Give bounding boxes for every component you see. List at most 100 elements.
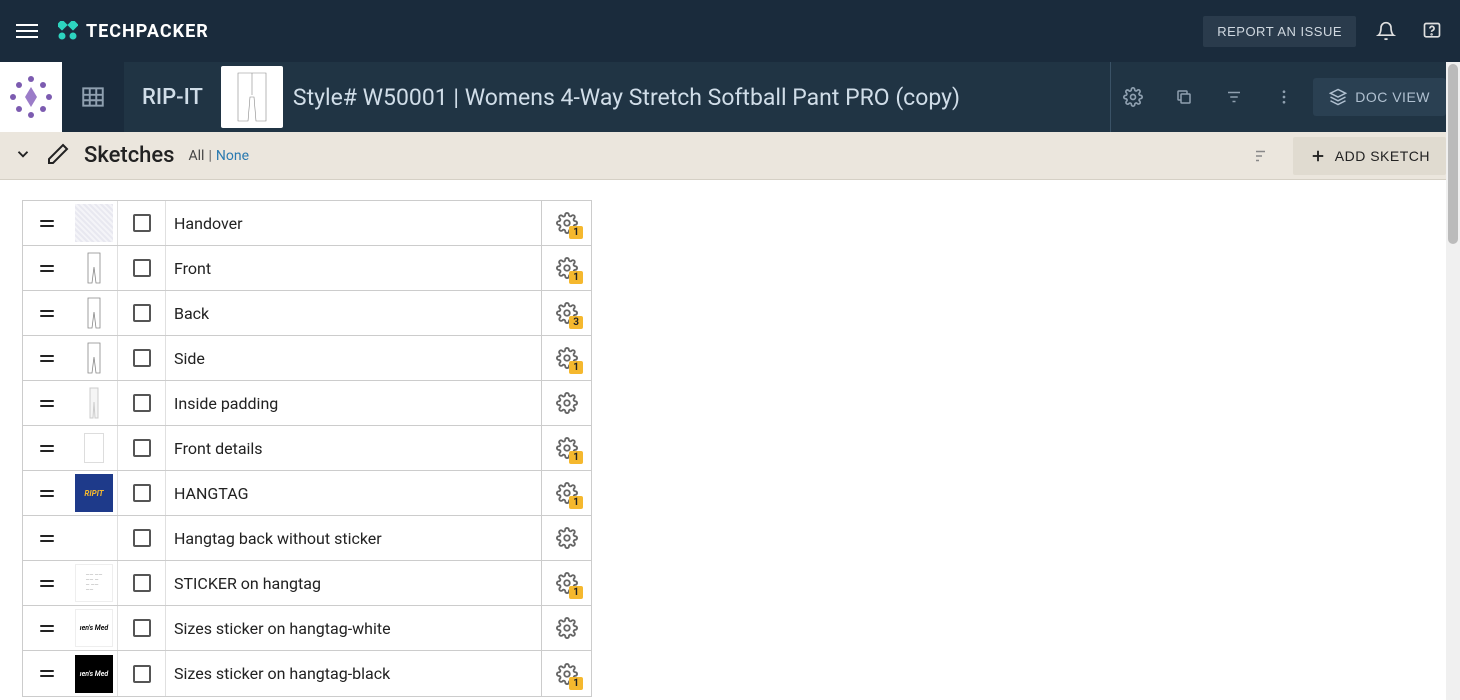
select-all-none: All|None xyxy=(189,148,250,164)
badge: 1 xyxy=(569,226,583,239)
row-settings-icon[interactable]: 1 xyxy=(541,201,591,245)
badge: 1 xyxy=(569,677,583,690)
drag-handle-icon[interactable] xyxy=(23,246,71,290)
row-checkbox[interactable] xyxy=(117,201,165,245)
section-right: ADD SKETCH xyxy=(1241,137,1446,175)
app-logo[interactable]: TECHPACKER xyxy=(58,21,209,42)
drag-handle-icon[interactable] xyxy=(23,516,71,560)
row-settings-icon[interactable]: 1 xyxy=(541,471,591,515)
brand-logo-tile[interactable] xyxy=(0,62,62,132)
table-row: Back 3 xyxy=(23,291,591,336)
row-settings-icon[interactable] xyxy=(541,381,591,425)
section-title: Sketches xyxy=(84,143,175,168)
table-row: Inside padding xyxy=(23,381,591,426)
row-settings-icon[interactable] xyxy=(541,606,591,650)
context-bar: RIP-IT Style# W50001 | Womens 4-Way Stre… xyxy=(0,62,1460,132)
row-checkbox[interactable] xyxy=(117,291,165,335)
row-checkbox[interactable] xyxy=(117,426,165,470)
section-left: Sketches All|None xyxy=(14,142,249,170)
select-none-link[interactable]: None xyxy=(216,148,249,164)
drag-handle-icon[interactable] xyxy=(23,201,71,245)
row-settings-icon[interactable]: 3 xyxy=(541,291,591,335)
row-checkbox[interactable] xyxy=(117,336,165,380)
table-row: Front1 xyxy=(23,246,591,291)
drag-handle-icon[interactable] xyxy=(23,651,71,696)
copy-icon[interactable] xyxy=(1163,80,1205,114)
style-title: Style# W50001 | Womens 4-Way Stretch Sof… xyxy=(293,84,1110,111)
row-thumbnail[interactable] xyxy=(71,246,117,290)
doc-view-label: DOC VIEW xyxy=(1355,89,1430,105)
table-row: Handover 1 xyxy=(23,201,591,246)
row-checkbox[interactable] xyxy=(117,246,165,290)
drag-handle-icon[interactable] xyxy=(23,426,71,470)
edit-icon[interactable] xyxy=(46,142,70,170)
row-name[interactable]: Sizes sticker on hangtag-white xyxy=(165,606,541,650)
row-checkbox[interactable] xyxy=(117,651,165,696)
row-checkbox[interactable] xyxy=(117,516,165,560)
sort-icon[interactable] xyxy=(1241,139,1283,173)
logo-icon xyxy=(58,21,78,41)
row-name[interactable]: Front xyxy=(165,246,541,290)
drag-handle-icon[interactable] xyxy=(23,561,71,605)
org-icon[interactable] xyxy=(62,62,124,132)
row-thumbnail[interactable]: RIPIT xyxy=(71,471,117,515)
report-issue-button[interactable]: REPORT AN ISSUE xyxy=(1203,16,1356,47)
row-thumbnail[interactable]: ıen's Med xyxy=(71,651,117,696)
menu-icon[interactable] xyxy=(12,20,42,42)
row-thumbnail[interactable]: ıen's Med xyxy=(71,606,117,650)
row-settings-icon[interactable] xyxy=(541,516,591,560)
row-checkbox[interactable] xyxy=(117,471,165,515)
sketch-table: Handover1Front1Back3Side1Inside paddingF… xyxy=(22,200,592,697)
row-thumbnail[interactable] xyxy=(71,381,117,425)
row-settings-icon[interactable]: 1 xyxy=(541,246,591,290)
select-all-link[interactable]: All xyxy=(189,148,205,164)
row-checkbox[interactable] xyxy=(117,381,165,425)
more-icon[interactable] xyxy=(1263,80,1305,114)
style-thumbnail[interactable] xyxy=(221,66,283,128)
row-thumbnail[interactable] xyxy=(71,291,117,335)
row-checkbox[interactable] xyxy=(117,606,165,650)
badge: 3 xyxy=(569,316,583,329)
add-sketch-label: ADD SKETCH xyxy=(1335,148,1430,164)
doc-view-button[interactable]: DOC VIEW xyxy=(1313,78,1446,116)
row-name[interactable]: Front details xyxy=(165,426,541,470)
plus-icon xyxy=(1309,147,1327,165)
settings-icon[interactable] xyxy=(1111,79,1155,115)
table-row: Front details1 xyxy=(23,426,591,471)
row-thumbnail[interactable]: —— ———— —— ———— xyxy=(71,561,117,605)
filter-icon[interactable] xyxy=(1213,80,1255,114)
row-name[interactable]: STICKER on hangtag xyxy=(165,561,541,605)
drag-handle-icon[interactable] xyxy=(23,471,71,515)
scrollbar[interactable] xyxy=(1446,62,1460,700)
row-name[interactable]: HANGTAG xyxy=(165,471,541,515)
row-settings-icon[interactable]: 1 xyxy=(541,426,591,470)
row-settings-icon[interactable]: 1 xyxy=(541,336,591,380)
drag-handle-icon[interactable] xyxy=(23,291,71,335)
table-row: Hangtag back without sticker xyxy=(23,516,591,561)
add-sketch-button[interactable]: ADD SKETCH xyxy=(1293,137,1446,175)
row-checkbox[interactable] xyxy=(117,561,165,605)
help-icon[interactable] xyxy=(1416,15,1448,47)
row-name[interactable]: Sizes sticker on hangtag-black xyxy=(165,651,541,696)
brand-label[interactable]: RIP-IT xyxy=(124,85,221,110)
row-thumbnail[interactable] xyxy=(71,516,117,560)
badge: 1 xyxy=(569,586,583,599)
drag-handle-icon[interactable] xyxy=(23,606,71,650)
row-name[interactable]: Inside padding xyxy=(165,381,541,425)
content-area: Handover1Front1Back3Side1Inside paddingF… xyxy=(0,180,1460,700)
row-thumbnail[interactable] xyxy=(71,426,117,470)
row-name[interactable]: Side xyxy=(165,336,541,380)
badge: 1 xyxy=(569,361,583,374)
row-name[interactable]: Hangtag back without sticker xyxy=(165,516,541,560)
row-name[interactable]: Handover xyxy=(165,201,541,245)
row-settings-icon[interactable]: 1 xyxy=(541,561,591,605)
row-name[interactable]: Back xyxy=(165,291,541,335)
row-settings-icon[interactable]: 1 xyxy=(541,651,591,696)
drag-handle-icon[interactable] xyxy=(23,336,71,380)
drag-handle-icon[interactable] xyxy=(23,381,71,425)
subbar-actions: DOC VIEW xyxy=(1155,78,1460,116)
notifications-icon[interactable] xyxy=(1370,15,1402,47)
row-thumbnail[interactable] xyxy=(71,201,117,245)
chevron-down-icon[interactable] xyxy=(14,145,32,167)
row-thumbnail[interactable] xyxy=(71,336,117,380)
